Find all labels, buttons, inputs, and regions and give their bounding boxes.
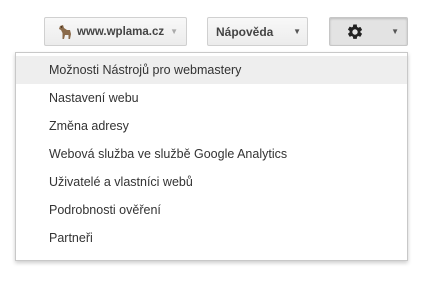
chevron-down-icon: ▼ <box>170 26 179 36</box>
menu-item-google-analytics-property[interactable]: Webová služba ve službě Google Analytics <box>16 140 407 168</box>
chevron-down-icon: ▼ <box>293 26 301 36</box>
menu-item-site-settings[interactable]: Nastavení webu <box>16 84 407 112</box>
settings-button[interactable]: ▼ <box>329 17 408 46</box>
site-selector-button[interactable]: www.wplama.cz ▼ <box>44 17 187 46</box>
menu-item-verification-details[interactable]: Podrobnosti ověření <box>16 196 407 224</box>
menu-item-partners[interactable]: Partneři <box>16 224 407 252</box>
menu-item-users-and-owners[interactable]: Uživatelé a vlastníci webů <box>16 168 407 196</box>
menu-item-change-of-address[interactable]: Změna adresy <box>16 112 407 140</box>
settings-dropdown-menu: Možnosti Nástrojů pro webmastery Nastave… <box>15 52 408 261</box>
dog-icon <box>58 24 72 40</box>
help-button-label: Nápověda <box>216 24 274 39</box>
gear-icon <box>346 23 364 41</box>
site-selector-label: www.wplama.cz <box>77 25 165 38</box>
menu-item-webmaster-tools-preferences[interactable]: Možnosti Nástrojů pro webmastery <box>16 56 407 84</box>
help-button[interactable]: Nápověda ▼ <box>207 17 308 46</box>
chevron-down-icon: ▼ <box>391 26 399 36</box>
